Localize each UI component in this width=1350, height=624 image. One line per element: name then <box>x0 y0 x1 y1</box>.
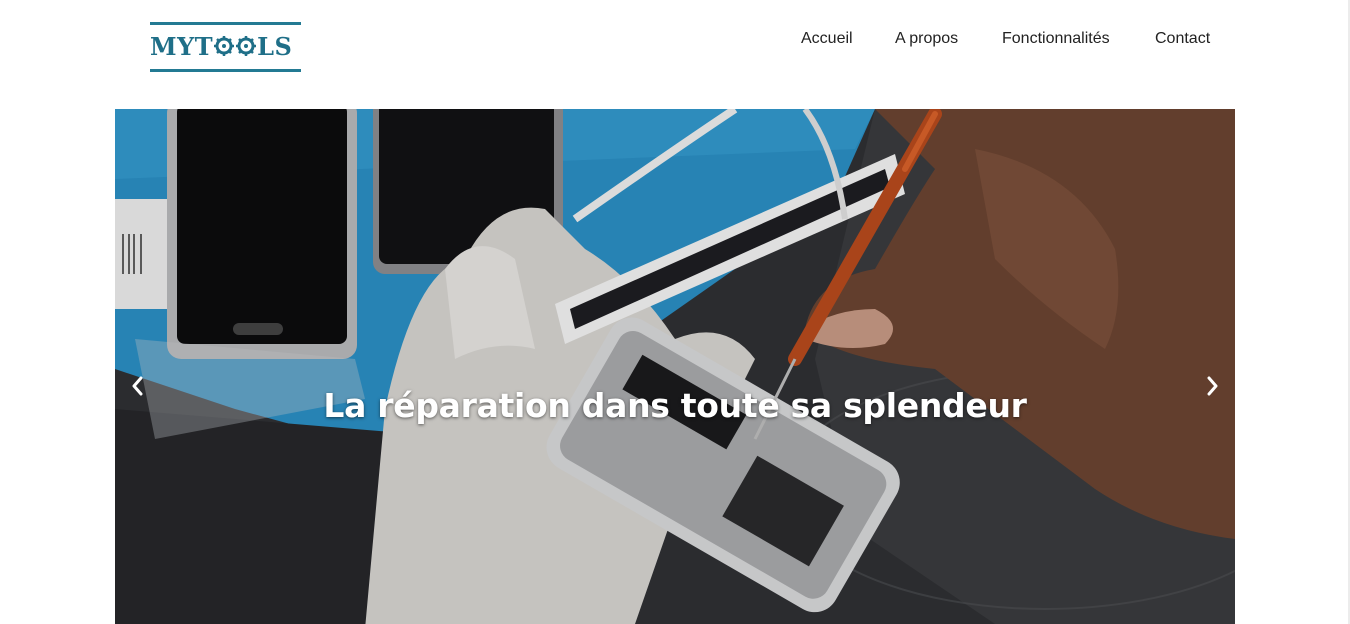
logo-bottom-rule <box>150 69 301 72</box>
hero-overlay <box>115 109 1235 624</box>
hero-caption: La réparation dans toute sa splendeur <box>323 386 1027 426</box>
carousel-prev-button[interactable] <box>125 371 149 401</box>
nav-item-accueil[interactable]: Accueil <box>801 30 853 48</box>
main-nav: Accueil A propos Fonctionnalités Contact <box>0 30 1348 54</box>
carousel-next-button[interactable] <box>1201 371 1225 401</box>
hero-carousel: La réparation dans toute sa splendeur <box>115 109 1235 624</box>
site-header: MYT LS Accueil A propos Fonctionnalités … <box>0 0 1348 109</box>
chevron-right-icon <box>1207 376 1218 396</box>
logo-top-rule <box>150 22 301 25</box>
nav-item-fonctionnalites[interactable]: Fonctionnalités <box>1002 30 1110 48</box>
chevron-left-icon <box>132 376 143 396</box>
nav-item-a-propos[interactable]: A propos <box>895 30 958 48</box>
nav-item-contact[interactable]: Contact <box>1155 30 1210 48</box>
